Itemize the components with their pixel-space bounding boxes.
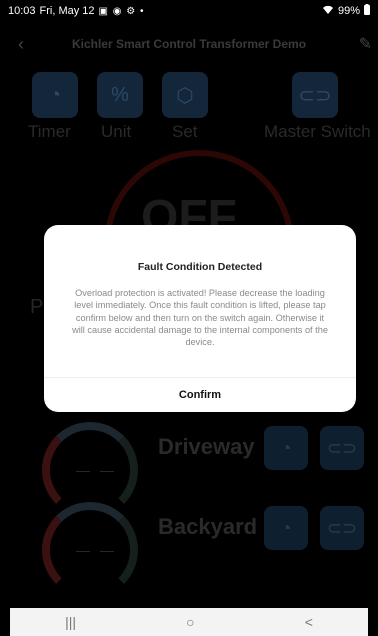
- status-time: 10:03: [8, 5, 36, 17]
- battery-level: 99%: [337, 5, 360, 17]
- modal-overlay: Fault Condition Detected Overload protec…: [0, 0, 378, 608]
- status-left: 10:03 Fri, May 12 ▣ ◉ ⚙ •: [8, 5, 145, 17]
- wifi-icon: [322, 5, 334, 18]
- status-bar: 10:03 Fri, May 12 ▣ ◉ ⚙ • 99%: [0, 0, 378, 22]
- status-date: Fri, May 12: [39, 5, 95, 17]
- dialog-message: Overload protection is activated! Please…: [72, 288, 328, 348]
- fault-dialog: Fault Condition Detected Overload protec…: [44, 225, 356, 412]
- home-button[interactable]: ○: [186, 614, 194, 630]
- back-button[interactable]: <: [305, 614, 313, 630]
- system-nav-bar: ||| ○ <: [10, 608, 368, 636]
- confirm-button[interactable]: Confirm: [44, 378, 356, 412]
- notification-icons: ▣ ◉ ⚙ •: [98, 5, 145, 17]
- battery-icon: [364, 4, 370, 18]
- dialog-title: Fault Condition Detected: [137, 261, 263, 273]
- recents-button[interactable]: |||: [65, 614, 76, 630]
- status-right: 99%: [322, 4, 370, 18]
